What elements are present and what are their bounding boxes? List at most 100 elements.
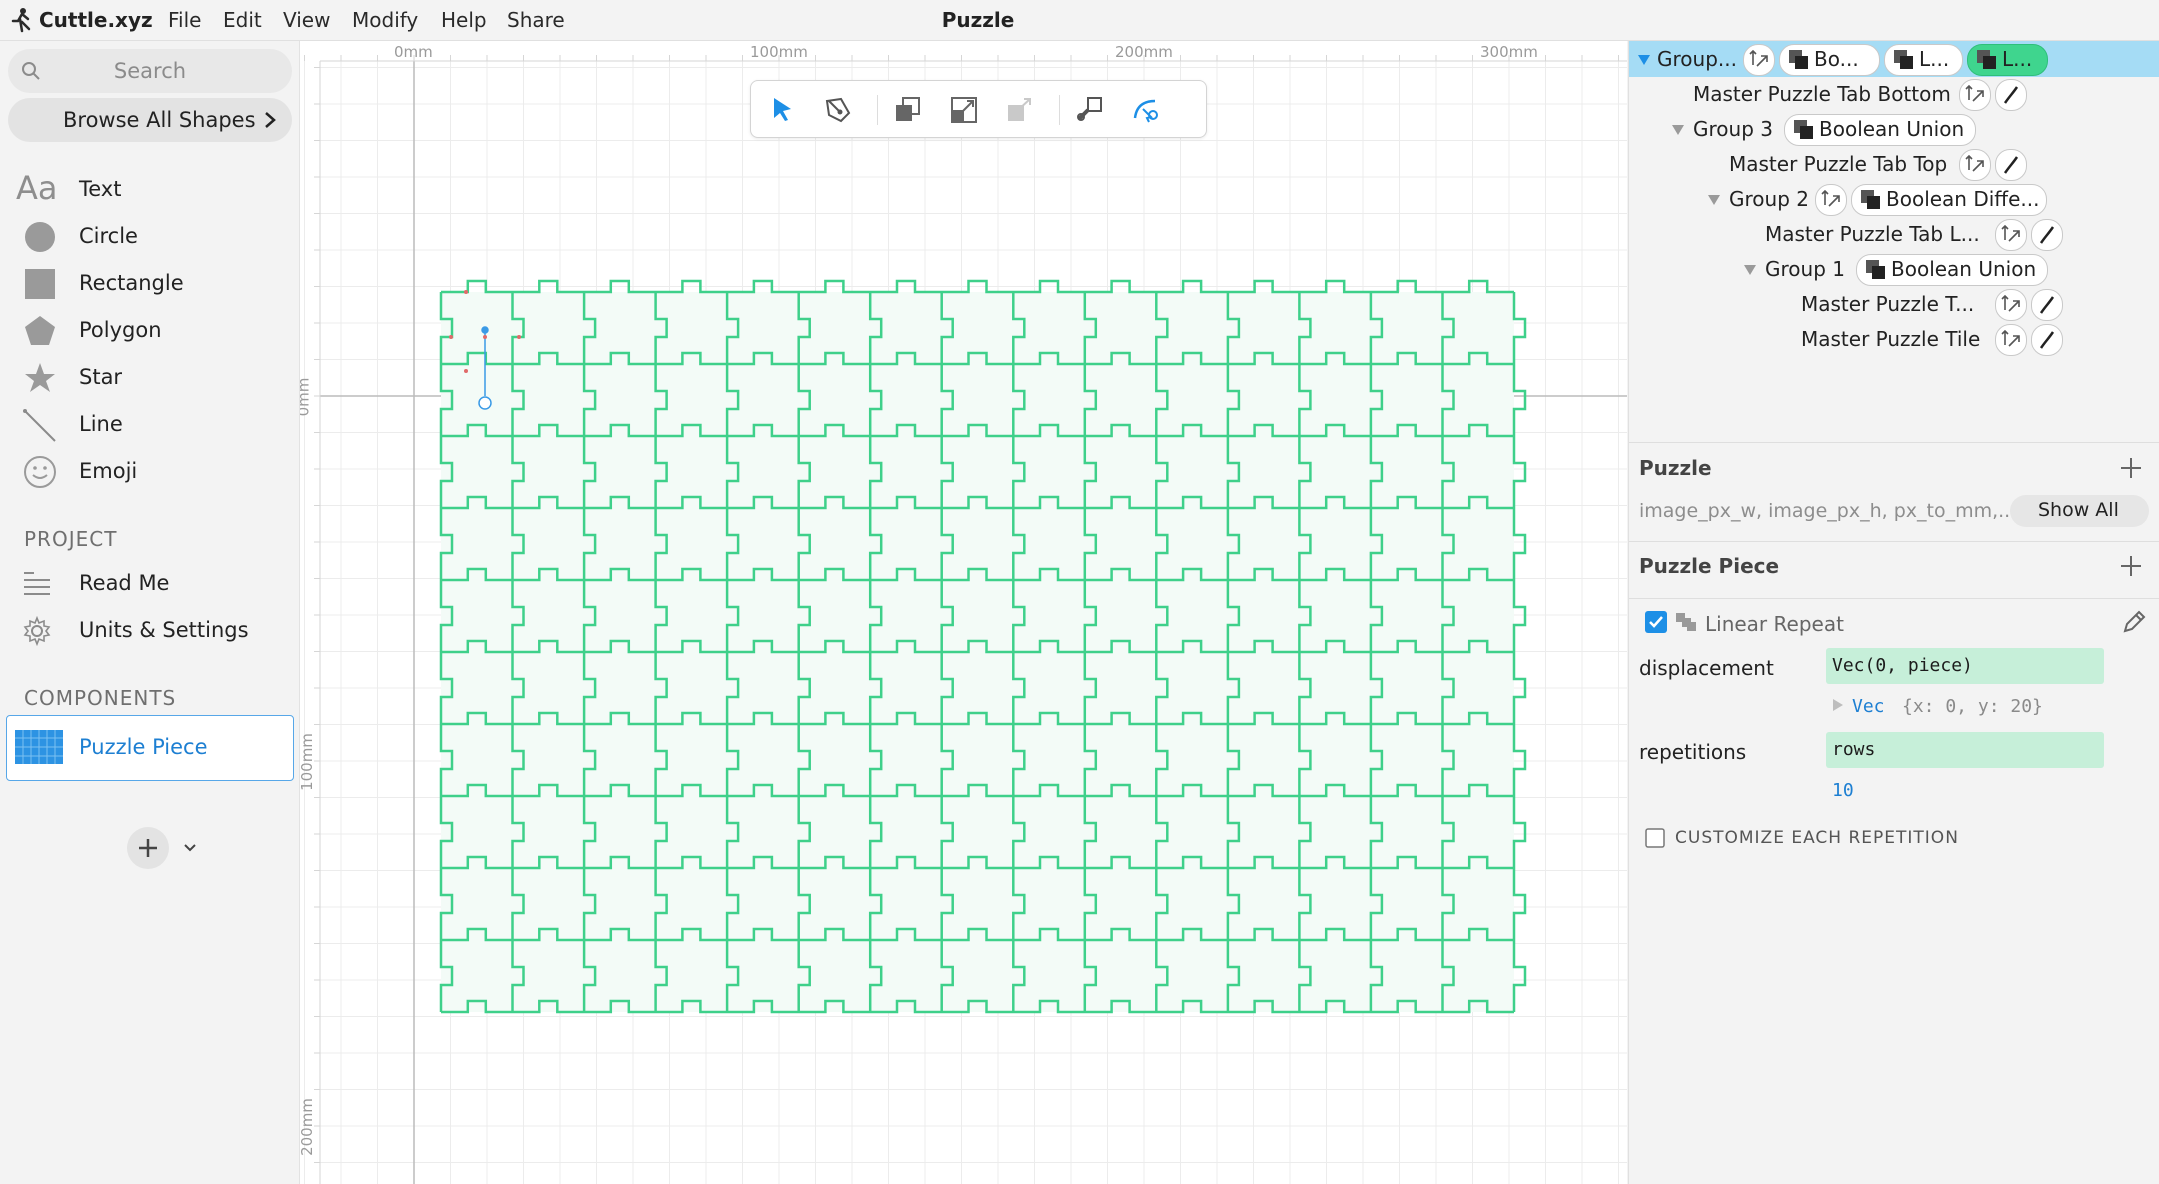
bring-forward-icon[interactable]	[891, 93, 925, 127]
panel-divider	[1629, 541, 2159, 542]
layer-row-group-root[interactable]: Group... Bo... L... L...	[1629, 42, 2159, 76]
layer-row[interactable]: Master Puzzle Tile	[1629, 322, 2159, 356]
modifier-chip-boolean-union[interactable]: Boolean Union	[1784, 114, 1976, 146]
layer-row[interactable]: Master Puzzle Tab Bottom	[1629, 77, 2159, 111]
browse-all-shapes-button[interactable]: Browse All Shapes	[8, 98, 292, 142]
expand-triangle-icon[interactable]	[1743, 264, 1757, 276]
component-label: Puzzle Piece	[79, 735, 208, 759]
layer-row[interactable]: Master Puzzle Tab Top	[1629, 147, 2159, 181]
browse-label: Browse All Shapes	[63, 108, 256, 132]
transform-badge-icon[interactable]	[1995, 324, 2027, 356]
canvas[interactable]: 0mm 100mm 200mm 300mm 0mm 100mm 200mm	[300, 41, 1627, 1184]
modifier-chip-linear-active[interactable]: L...	[1967, 44, 2048, 76]
ruler-tick-h: 300mm	[1480, 43, 1538, 61]
left-sidebar: Search Browse All Shapes Aa Text Circle …	[0, 41, 300, 1184]
expand-triangle-icon[interactable]	[1671, 124, 1685, 136]
component-item-puzzle-piece[interactable]: Puzzle Piece	[6, 715, 294, 781]
components-header: COMPONENTS	[24, 686, 177, 710]
path-badge-icon[interactable]	[1995, 149, 2027, 181]
circle-icon	[25, 222, 55, 252]
displacement-expression-field[interactable]: Vec(0, piece)	[1826, 648, 2104, 684]
path-badge-icon[interactable]	[1995, 79, 2027, 111]
shape-label: Rectangle	[79, 271, 184, 295]
layer-row[interactable]: Group 2 Boolean Diffe...	[1629, 182, 2159, 216]
repetitions-result-value: 10	[1832, 780, 1854, 801]
edit-pencil-icon[interactable]	[2121, 609, 2147, 635]
transform-badge-icon[interactable]	[1995, 289, 2027, 321]
layer-row[interactable]: Group 1 Boolean Union	[1629, 252, 2159, 286]
displacement-handle-point[interactable]	[481, 326, 489, 334]
path-badge-icon[interactable]	[2031, 219, 2063, 251]
displacement-handle-point[interactable]	[478, 396, 492, 410]
canvas-toolbar	[750, 80, 1207, 138]
chevron-right-icon	[265, 112, 276, 128]
pen-icon[interactable]	[821, 93, 855, 127]
expand-triangle-icon[interactable]	[1707, 194, 1721, 206]
shape-item-emoji[interactable]: Emoji	[0, 449, 299, 493]
modifier-chip-boolean-union[interactable]: Boolean Union	[1856, 254, 2048, 286]
displacement-result-value: {x: 0, y: 20}	[1902, 696, 2043, 717]
add-modifier-plus-icon[interactable]	[2118, 553, 2144, 579]
layer-name: Master Puzzle Tab L...	[1765, 222, 1980, 246]
layer-row[interactable]: Master Puzzle T...	[1629, 287, 2159, 321]
document-lines-icon	[24, 572, 50, 595]
project-item-read-me[interactable]: Read Me	[0, 561, 299, 605]
transform-badge-icon[interactable]	[1959, 79, 1991, 111]
puzzle-artwork[interactable]	[300, 41, 1627, 1184]
ruler-tick-v: 100mm	[300, 733, 316, 791]
line-icon	[23, 409, 56, 442]
shape-item-text[interactable]: Aa Text	[0, 167, 299, 211]
expand-triangle-icon[interactable]	[1637, 54, 1651, 66]
displacement-result-type: Vec	[1852, 696, 1885, 717]
project-item-units-settings[interactable]: Units & Settings	[0, 608, 299, 652]
modifier-enabled-checkbox[interactable]	[1645, 611, 1667, 633]
chevron-down-icon[interactable]	[183, 843, 197, 853]
shape-item-star[interactable]: Star	[0, 355, 299, 399]
path-badge-icon[interactable]	[2031, 289, 2063, 321]
boolean-modifier-icon	[1861, 190, 1880, 209]
boolean-modifier-icon	[1866, 260, 1885, 279]
boolean-icon[interactable]	[1073, 93, 1107, 127]
shape-item-line[interactable]: Line	[0, 402, 299, 446]
modifier-chip-linear[interactable]: L...	[1884, 44, 1963, 76]
shape-item-circle[interactable]: Circle	[0, 214, 299, 258]
scale-icon[interactable]	[947, 93, 981, 127]
transform-badge-icon[interactable]	[1743, 44, 1775, 76]
layer-name: Master Puzzle Tile	[1801, 327, 1981, 351]
ruler-tick-h: 100mm	[750, 43, 808, 61]
add-param-plus-icon[interactable]	[2118, 455, 2144, 481]
modifier-chip-boolean[interactable]: Bo...	[1779, 44, 1880, 76]
customize-each-repetition-checkbox[interactable]	[1645, 828, 1665, 848]
search-input[interactable]: Search	[8, 49, 292, 93]
project-item-label: Units & Settings	[79, 618, 249, 642]
modifier-label: Linear Repeat	[1705, 612, 1844, 636]
layer-row[interactable]: Master Puzzle Tab L...	[1629, 217, 2159, 251]
path-badge-icon[interactable]	[2031, 324, 2063, 356]
anchor-point-marker	[464, 369, 468, 373]
select-arrow-icon[interactable]	[765, 93, 799, 127]
shape-item-rectangle[interactable]: Rectangle	[0, 261, 299, 305]
layer-row[interactable]: Group 3 Boolean Union	[1629, 112, 2159, 146]
shape-item-polygon[interactable]: Polygon	[0, 308, 299, 352]
expand-result-triangle-icon[interactable]	[1832, 698, 1844, 712]
transform-badge-icon[interactable]	[1959, 149, 1991, 181]
repetitions-expression-field[interactable]: rows	[1826, 732, 2104, 768]
customize-each-repetition-label: CUSTOMIZE EACH REPETITION	[1675, 828, 1959, 848]
send-backward-icon[interactable]	[1003, 93, 1037, 127]
boolean-modifier-icon	[1789, 50, 1808, 69]
text-aa-icon: Aa	[16, 169, 58, 207]
ruler-tick-v: 200mm	[300, 1098, 316, 1156]
node-edit-icon[interactable]	[1129, 93, 1163, 127]
document-title[interactable]: Puzzle	[0, 8, 1956, 32]
panel-divider	[1629, 598, 2159, 599]
panel-divider	[1629, 442, 2159, 443]
layer-name: Group 1	[1765, 257, 1845, 281]
transform-badge-icon[interactable]	[1995, 219, 2027, 251]
add-component-button[interactable]	[127, 827, 169, 869]
modifier-chip-boolean-difference[interactable]: Boolean Diffe...	[1851, 184, 2047, 216]
transform-badge-icon[interactable]	[1815, 184, 1847, 216]
layer-name: Group...	[1657, 47, 1737, 71]
shape-label: Star	[79, 365, 123, 389]
search-placeholder: Search	[113, 59, 187, 83]
show-all-button[interactable]: Show All	[2010, 495, 2149, 527]
